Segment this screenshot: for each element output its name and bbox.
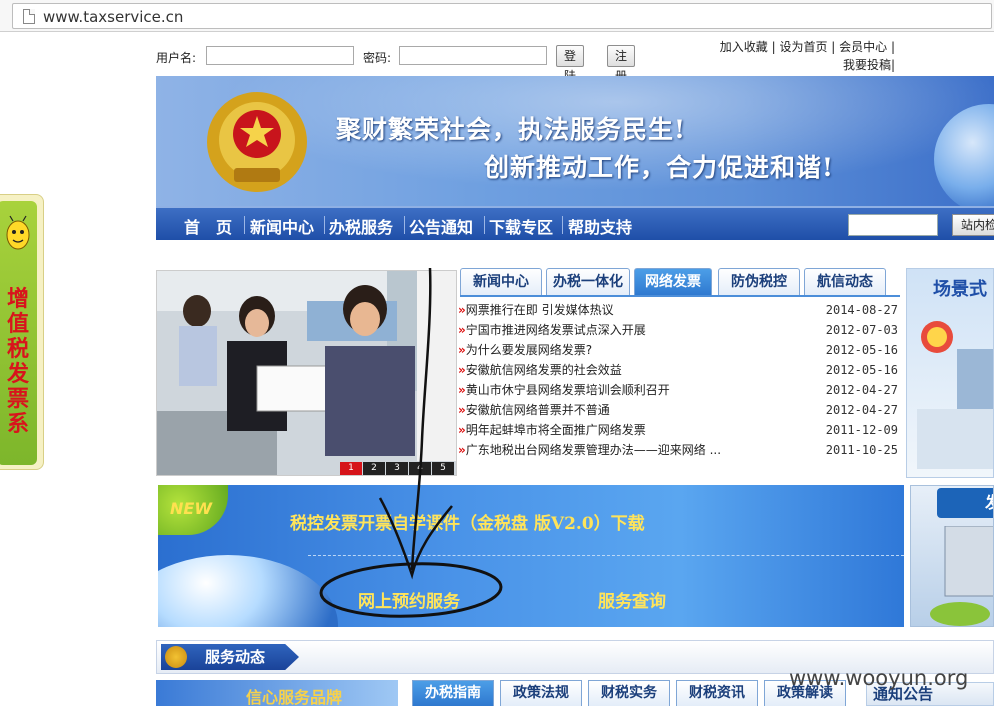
promo-band: NEW 税控发票开票自学课件（金税盘 版V2.0）下载 网上预约服务 服务查询	[158, 485, 904, 627]
list-item[interactable]: »安徽航信网络普票并不普通 2012-04-27	[458, 400, 902, 420]
slider-dot[interactable]: 2	[363, 462, 385, 475]
username-label: 用户名:	[156, 51, 197, 65]
news-date: 2012-07-03	[825, 323, 898, 337]
page-icon	[23, 9, 35, 24]
invoice-side-promo[interactable]: 发	[910, 485, 994, 627]
earth-icon	[158, 555, 338, 627]
tab-tax-integration[interactable]: 办税一体化	[546, 268, 630, 296]
submit-article-link[interactable]: 我要投稿	[843, 58, 891, 72]
scenario-promo[interactable]: 场景式	[906, 268, 994, 478]
list-item[interactable]: »明年起蚌埠市将全面推广网络发票 2011-12-09	[458, 420, 902, 440]
bee-mascot-icon	[6, 215, 30, 250]
password-input[interactable]	[399, 46, 547, 65]
new-badge: NEW	[158, 485, 228, 535]
tab-online-invoice[interactable]: 网络发票	[634, 268, 712, 296]
nav-news-center[interactable]: 新闻中心	[250, 214, 314, 238]
slider-dot[interactable]: 4	[409, 462, 431, 475]
list-item[interactable]: »黄山市休宁县网络发票培训会顺利召开 2012-04-27	[458, 380, 902, 400]
nav-help-support[interactable]: 帮助支持	[568, 214, 632, 238]
news-date: 2011-10-25	[825, 443, 898, 457]
news-date: 2012-04-27	[825, 383, 898, 397]
mascot-icon	[917, 321, 993, 469]
office-photo	[157, 271, 456, 475]
tab-tax-news[interactable]: 财税资讯	[676, 680, 758, 706]
main-nav: 首 页 新闻中心 办税服务 公告通知 下载专区 帮助支持 站内检索	[156, 206, 994, 240]
url-text[interactable]: www.taxservice.cn	[43, 8, 183, 26]
vat-badge-text: 增值税发票系	[6, 287, 29, 437]
login-button[interactable]: 登陆	[556, 45, 585, 83]
browser-address-bar: www.taxservice.cn	[0, 0, 994, 32]
set-homepage-link[interactable]: 设为首页	[779, 40, 827, 54]
news-tabs: 新闻中心 办税一体化 网络发票 防伪税控 航信动态	[460, 268, 900, 296]
news-date: 2012-05-16	[825, 343, 898, 357]
tab-aisino-news[interactable]: 航信动态	[804, 268, 886, 296]
site-search-button[interactable]: 站内检索	[952, 214, 994, 236]
site-search-input[interactable]	[848, 214, 938, 236]
slider-dot[interactable]: 5	[432, 462, 454, 475]
member-center-link[interactable]: 会员中心	[839, 40, 887, 54]
news-date: 2014-08-27	[825, 303, 898, 317]
banner-slogan-1: 聚财繁荣社会，执法服务民生!	[336, 115, 686, 144]
news-photo-slider[interactable]: 12345	[156, 270, 457, 476]
url-field[interactable]: www.taxservice.cn	[12, 3, 992, 29]
news-title[interactable]: 安徽航信网络发票的社会效益	[466, 363, 622, 377]
nav-home[interactable]: 首 页	[184, 214, 232, 238]
service-brand-text: 信心服务品牌	[246, 688, 343, 706]
news-title[interactable]: 网票推行在即 引发媒体热议	[466, 303, 614, 317]
service-brand-banner[interactable]: 信心服务品牌	[156, 680, 398, 706]
list-item[interactable]: »网票推行在即 引发媒体热议 2014-08-27	[458, 300, 902, 320]
invoice-ribbon: 发	[937, 488, 993, 518]
news-title[interactable]: 广东地税出台网络发票管理办法——迎来网络 ...	[466, 443, 721, 457]
service-query-link[interactable]: 服务查询	[598, 587, 666, 612]
news-title[interactable]: 明年起蚌埠市将全面推广网络发票	[466, 423, 646, 437]
add-favorite-link[interactable]: 加入收藏	[720, 40, 768, 54]
news-list: »网票推行在即 引发媒体热议 2014-08-27 »宁国市推进网络发票试点深入开…	[458, 300, 902, 460]
list-item[interactable]: »安徽航信网络发票的社会效益 2012-05-16	[458, 360, 902, 380]
list-item[interactable]: »宁国市推进网络发票试点深入开展 2012-07-03	[458, 320, 902, 340]
terminal-icon	[930, 526, 993, 626]
nav-downloads[interactable]: 下载专区	[489, 214, 553, 238]
news-date: 2012-04-27	[825, 403, 898, 417]
nav-tax-service[interactable]: 办税服务	[329, 214, 393, 238]
news-title[interactable]: 安徽航信网络普票并不普通	[466, 403, 610, 417]
username-input[interactable]	[206, 46, 354, 65]
tab-anti-counterfeit[interactable]: 防伪税控	[718, 268, 800, 296]
news-date: 2011-12-09	[825, 423, 898, 437]
slider-dot[interactable]: 1	[340, 462, 362, 475]
tab-tax-practice[interactable]: 财税实务	[588, 680, 670, 706]
news-date: 2012-05-16	[825, 363, 898, 377]
banner-slogan-2: 创新推动工作，合力促进和谐!	[484, 153, 834, 182]
top-links: 加入收藏 | 设为首页 | 会员中心 | 我要投稿|	[719, 40, 895, 72]
tab-tax-guide[interactable]: 办税指南	[412, 680, 494, 706]
tax-badge-icon	[165, 646, 187, 668]
news-title[interactable]: 宁国市推进网络发票试点深入开展	[466, 323, 646, 337]
list-item[interactable]: »为什么要发展网络发票? 2012-05-16	[458, 340, 902, 360]
slider-dot[interactable]: 3	[386, 462, 408, 475]
tab-policies[interactable]: 政策法规	[500, 680, 582, 706]
vat-invoice-badge[interactable]: 增值税发票系	[0, 194, 44, 470]
list-item[interactable]: »广东地税出台网络发票管理办法——迎来网络 ... 2011-10-25	[458, 440, 902, 460]
password-label: 密码:	[363, 51, 392, 65]
scenario-promo-title: 场景式	[933, 279, 987, 300]
slider-dots: 12345	[339, 459, 454, 475]
header-banner: 聚财繁荣社会，执法服务民生! 创新推动工作，合力促进和谐!	[156, 76, 994, 206]
courseware-download-link[interactable]: 税控发票开票自学课件（金税盘 版V2.0）下载	[290, 509, 645, 534]
news-title[interactable]: 黄山市休宁县网络发票培训会顺利召开	[466, 383, 670, 397]
tab-news-center[interactable]: 新闻中心	[460, 268, 542, 296]
nav-announcements[interactable]: 公告通知	[409, 214, 473, 238]
watermark: www.wooyun.org	[789, 666, 969, 690]
news-title[interactable]: 为什么要发展网络发票?	[466, 343, 592, 357]
register-button[interactable]: 注册	[607, 45, 636, 83]
online-appointment-link[interactable]: 网上预约服务	[358, 587, 460, 612]
tax-emblem-icon	[207, 92, 307, 192]
